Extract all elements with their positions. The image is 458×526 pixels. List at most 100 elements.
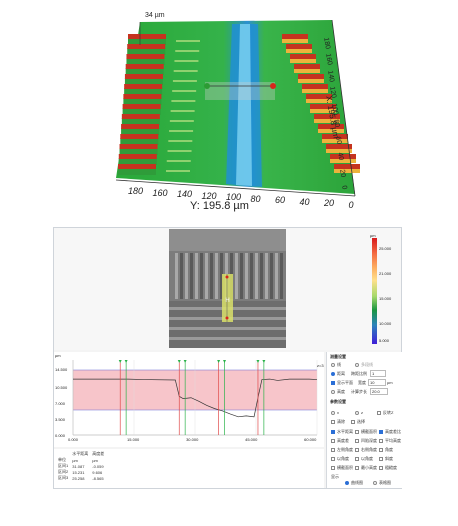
param-check[interactable]: 凹陷深度	[355, 438, 377, 444]
checkbox-icon	[331, 380, 335, 385]
param-check[interactable]: 最小高度	[355, 465, 377, 471]
param-check[interactable]: 水平距离	[331, 429, 353, 435]
selection-marker: H	[225, 298, 229, 304]
radio-icon	[373, 480, 377, 485]
cursor-handle[interactable]	[124, 360, 128, 363]
y-tick-label: 14.500	[55, 366, 68, 372]
span-select[interactable]: 1	[370, 370, 386, 377]
opt-line[interactable]: 线	[331, 362, 341, 368]
checkbox-icon	[351, 419, 355, 424]
pillar	[294, 64, 320, 69]
param-check[interactable]: 以角度	[331, 456, 349, 462]
color-scale-bar	[372, 238, 377, 344]
pillar	[120, 134, 159, 139]
mode-b[interactable]: 表格图	[373, 480, 391, 486]
check-label: 横截面积	[337, 465, 353, 470]
y-tick-label: 7.000	[55, 400, 66, 406]
pillar	[119, 144, 158, 149]
cursor-handle[interactable]	[118, 360, 122, 363]
checkbox-icon	[355, 447, 359, 452]
profile-chart-svg	[72, 360, 318, 436]
table-row[interactable]: 区间3 25.258 -8.565	[56, 475, 106, 481]
param-check[interactable]: 以角度	[355, 456, 373, 462]
y-tick-label: 0	[348, 199, 354, 210]
microscope-image[interactable]: H	[169, 229, 286, 348]
3d-surface-view[interactable]: 34 µm Y: 195.8 µm X: 195.8 µm 180 160 140 1…	[0, 0, 458, 226]
mode-a[interactable]: 曲线图	[345, 480, 363, 486]
calc-label: 计算步长	[351, 389, 367, 394]
opt-distance[interactable]: 距离	[331, 371, 345, 377]
cursor-handle[interactable]	[177, 360, 181, 363]
checkbox-icon	[331, 447, 335, 452]
param-check[interactable]: 高度差	[331, 438, 349, 444]
width-field[interactable]: 10	[368, 379, 386, 386]
param-z[interactable]: z	[355, 410, 363, 415]
param-check[interactable]: 粗糙度	[379, 465, 397, 471]
measure-region	[205, 82, 275, 100]
checkbox-icon	[379, 438, 383, 443]
param-check[interactable]: 斜度	[379, 456, 393, 462]
checkbox-icon	[377, 410, 381, 415]
opt-height[interactable]: 高度	[331, 389, 345, 395]
checkbox-icon	[355, 465, 359, 470]
x-tick-label: 30.000	[186, 437, 199, 442]
cursor-handle[interactable]	[262, 360, 266, 363]
settings-panel: 测量设置 线 多段线 距离 跨距比例 1 显示平面 宽度 10 µm 高度 计算…	[326, 352, 402, 488]
span-label: 跨距比例	[351, 371, 367, 376]
checkbox-icon	[355, 429, 359, 434]
show-plane-check[interactable]: 显示平面	[331, 380, 353, 386]
checkbox-icon	[379, 465, 383, 470]
check-label: 高度差比	[385, 429, 401, 434]
calc-field[interactable]: 20.0	[370, 388, 388, 395]
y-tick-label: 80	[250, 193, 261, 204]
pillar	[124, 74, 163, 79]
y-tick-label: 0.000	[55, 432, 66, 438]
opt-select[interactable]: 选择	[351, 419, 365, 425]
radio-icon	[345, 480, 349, 485]
width-unit: µm	[387, 380, 393, 385]
checkbox-icon	[379, 429, 383, 434]
check-label: 斜度	[385, 456, 393, 461]
y-tick-label: 120	[201, 190, 217, 201]
x-tick-label: 60	[334, 135, 343, 145]
profile-chart[interactable]: µm z=3 14.500 10.500 7.000 3.500 0.000 0.000…	[54, 352, 324, 447]
opt-multi[interactable]: 多段线	[355, 362, 373, 368]
param-check[interactable]: 高度差比	[379, 429, 401, 435]
table-header: 高度差	[92, 451, 105, 456]
analysis-window: H µm 25.000 21.000 15.000 10.000 5.000 µm z=…	[53, 227, 402, 489]
pillar	[286, 44, 312, 49]
param-check[interactable]: 右侧角度	[355, 447, 377, 453]
param-check[interactable]: 平均高度	[379, 438, 401, 444]
param-check[interactable]: 横截面积	[331, 465, 353, 471]
pillar	[298, 74, 324, 79]
param-x[interactable]: x	[331, 410, 339, 415]
cursor-handle[interactable]	[256, 360, 260, 363]
y-tick-label: 40	[299, 196, 310, 207]
check-label: 角度	[385, 447, 393, 452]
opt-clear[interactable]: 清除	[331, 419, 345, 425]
param-check[interactable]: 横截面积	[355, 429, 377, 435]
table-cell: 25.258	[72, 475, 85, 481]
checkbox-icon	[331, 419, 335, 424]
profile-side-label: z=3	[317, 363, 324, 368]
check-label: 粗糙度	[385, 465, 397, 470]
param-check[interactable]: 左侧角度	[331, 447, 353, 453]
pillar	[121, 124, 160, 129]
measure-point-end	[270, 83, 276, 89]
y-tick-label: 20	[324, 198, 335, 208]
results-table: 水平距离 高度差 单位 µm µm 区间1 31.087 -0.059 区间2 …	[56, 451, 106, 481]
param-check[interactable]: 角度	[379, 447, 393, 453]
y-tick-label: 100	[226, 192, 242, 202]
checkbox-icon	[379, 447, 383, 452]
cursor-handle[interactable]	[217, 360, 221, 363]
colorbar-tick: 25.000	[379, 246, 392, 251]
width-label: 宽度	[358, 380, 366, 385]
pillar	[302, 84, 328, 89]
colorbar-tick: 10.000	[379, 321, 392, 326]
y-tick-label: 60	[275, 195, 286, 205]
param-flip[interactable]: 反转Z	[377, 410, 393, 416]
x-tick-label: 80	[332, 119, 341, 128]
results-panel: 水平距离 高度差 单位 µm µm 区间1 31.087 -0.059 区间2 …	[54, 449, 324, 488]
cursor-handle[interactable]	[223, 360, 227, 363]
cursor-handle[interactable]	[183, 360, 187, 363]
